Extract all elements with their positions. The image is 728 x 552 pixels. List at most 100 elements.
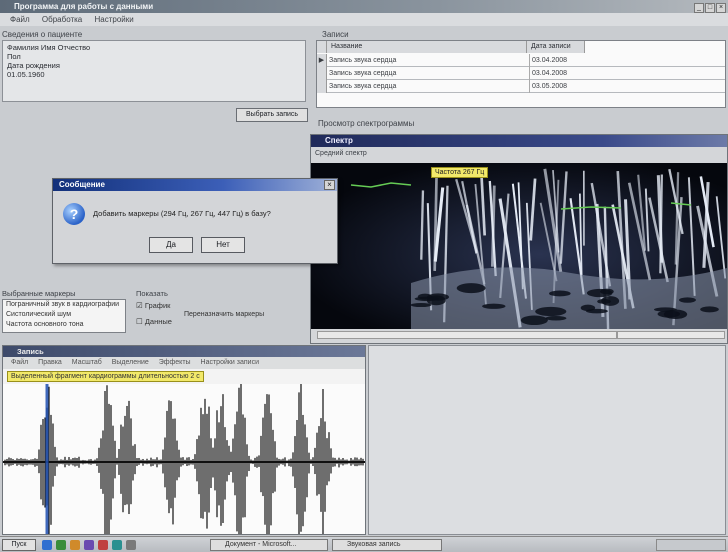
record-name: Запись звука сердца	[329, 83, 397, 90]
checkbox-checked-icon: ☑	[136, 301, 143, 310]
empty-panel	[368, 345, 726, 535]
spectrogram-blob	[520, 315, 548, 326]
close-icon[interactable]: ×	[716, 3, 726, 13]
checkbox-empty-icon: ☐	[136, 317, 143, 326]
spectrogram-blob	[663, 309, 688, 320]
select-record-button[interactable]: Выбрать запись	[236, 108, 308, 122]
spectrogram-blob	[482, 303, 506, 309]
list-item[interactable]: Пограничный звук в кардиографии	[3, 300, 125, 310]
table-row[interactable]: ▶ Запись звука сердца 03.04.2008	[317, 54, 725, 67]
spectrogram-blob	[679, 297, 696, 303]
row-marker-header	[317, 41, 327, 53]
taskbar: Пуск Документ - Microsoft... Звуковая за…	[0, 536, 728, 552]
media-icon[interactable]	[84, 540, 94, 550]
waveform-menu-item[interactable]: Правка	[38, 359, 62, 366]
info-line: 01.05.1960	[7, 70, 45, 79]
spectrogram-blob	[586, 308, 608, 314]
dialog-ok-button[interactable]: Да	[149, 237, 193, 253]
spectrogram-scrollbar-right[interactable]	[617, 331, 725, 339]
list-item[interactable]: Систолический шум	[3, 310, 125, 320]
spectrogram-title: Спектр	[311, 135, 727, 147]
table-row[interactable]: Запись звука сердца 03.05.2008	[317, 80, 725, 93]
question-icon: ?	[63, 203, 85, 225]
option-data-label: Данные	[144, 317, 172, 326]
spectrogram-blob	[545, 315, 567, 321]
record-name: Запись звука сердца	[329, 57, 397, 64]
menu-settings[interactable]: Настройки	[95, 15, 134, 24]
records-table: Название Дата записи ▶ Запись звука серд…	[316, 40, 726, 108]
row-marker: ▶	[317, 54, 327, 67]
taskbar-task[interactable]: Документ - Microsoft...	[210, 539, 328, 551]
selection-tag: Выделенный фрагмент кардиограммы длитель…	[7, 371, 204, 382]
confirm-dialog: Сообщение × ? Добавить маркеры (294 Гц, …	[52, 178, 338, 264]
spectrogram-blob	[586, 288, 613, 298]
spectrogram-blob	[410, 303, 432, 308]
waveform-menu-item[interactable]: Файл	[11, 359, 28, 366]
waveform-menu: Файл Правка Масштаб Выделение Эффекты На…	[3, 357, 365, 369]
markers-list-label: Выбранные маркеры	[2, 289, 76, 298]
dialog-close-icon[interactable]: ×	[324, 180, 335, 190]
spectrogram-blob	[456, 283, 486, 294]
column-header-date[interactable]: Дата записи	[527, 41, 585, 53]
dialog-title: Сообщение	[53, 179, 337, 191]
spectrogram-scrollbar[interactable]	[317, 331, 617, 339]
app-title-bar: Программа для работы с данными	[0, 0, 728, 13]
record-date: 03.04.2008	[529, 67, 584, 80]
spectrogram-streak	[491, 185, 496, 267]
spectrogram-window: Спектр Средний спектр Частота 267 Гц	[310, 134, 728, 344]
waveform-menu-item[interactable]: Эффекты	[159, 359, 191, 366]
menu-processing[interactable]: Обработка	[42, 15, 82, 24]
record-name: Запись звука сердца	[329, 70, 397, 77]
folder-icon[interactable]	[70, 540, 80, 550]
waveform-menu-item[interactable]: Выделение	[112, 359, 149, 366]
option-data-checkbox[interactable]: ☐ Данные	[136, 317, 172, 326]
row-marker	[317, 67, 327, 80]
frequency-tag: Частота 267 Гц	[431, 167, 489, 178]
dialog-message: Добавить маркеры (294 Гц, 267 Гц, 447 Гц…	[93, 209, 271, 218]
settings-icon[interactable]	[126, 540, 136, 550]
app-title: Программа для работы с данными	[14, 2, 154, 11]
waveform-window: Запись Файл Правка Масштаб Выделение Эфф…	[2, 345, 366, 535]
record-date: 03.05.2008	[529, 80, 584, 93]
records-label: Записи	[322, 30, 349, 39]
start-button[interactable]: Пуск	[2, 539, 36, 551]
waveform-menu-item[interactable]: Настройки записи	[201, 359, 259, 366]
spectrogram-blob	[427, 293, 449, 301]
reassign-markers-button[interactable]: Переназначить маркеры	[184, 308, 308, 322]
list-item[interactable]: Частота основного тона	[3, 320, 125, 330]
row-marker	[317, 80, 327, 93]
dialog-no-button[interactable]: Нет	[201, 237, 245, 253]
menu-file[interactable]: Файл	[10, 15, 30, 24]
info-panel: Фамилия Имя Отчество Пол Дата рождения 0…	[2, 40, 306, 102]
window-controls: _ □ ×	[693, 1, 726, 13]
spectrogram-blob	[601, 296, 620, 306]
info-panel-label: Сведения о пациенте	[2, 30, 83, 39]
app-icon[interactable]	[56, 540, 66, 550]
spectrogram-blob	[700, 306, 719, 313]
column-header-name[interactable]: Название	[327, 41, 527, 53]
waveform-title: Запись	[3, 346, 365, 357]
spectrogram-blob	[535, 306, 567, 317]
taskbar-task[interactable]: Звуковая запись	[332, 539, 442, 551]
minimize-icon[interactable]: _	[694, 3, 704, 13]
info-line: Пол	[7, 52, 21, 61]
spectrogram-blob	[548, 290, 571, 297]
system-tray	[656, 539, 726, 551]
info-line: Фамилия Имя Отчество	[7, 43, 91, 52]
table-row[interactable]: Запись звука сердца 03.04.2008	[317, 67, 725, 80]
spectrogram-streak	[659, 174, 663, 274]
spectrogram-subtitle: Средний спектр	[315, 150, 367, 157]
tool-icon[interactable]	[98, 540, 108, 550]
record-date: 03.04.2008	[529, 54, 584, 67]
maximize-icon[interactable]: □	[705, 3, 715, 13]
spectrogram-view-label: Просмотр спектрограммы	[318, 119, 415, 128]
info-line: Дата рождения	[7, 61, 60, 70]
waveform-canvas[interactable]	[3, 384, 365, 534]
waveform-menu-item[interactable]: Масштаб	[72, 359, 102, 366]
browser-icon[interactable]	[42, 540, 52, 550]
option-graph-checkbox[interactable]: ☑ График	[136, 301, 170, 310]
menu-bar: Файл Обработка Настройки	[0, 13, 728, 26]
option-graph-label: График	[144, 301, 171, 310]
spectrogram-canvas[interactable]	[311, 163, 727, 329]
network-icon[interactable]	[112, 540, 122, 550]
